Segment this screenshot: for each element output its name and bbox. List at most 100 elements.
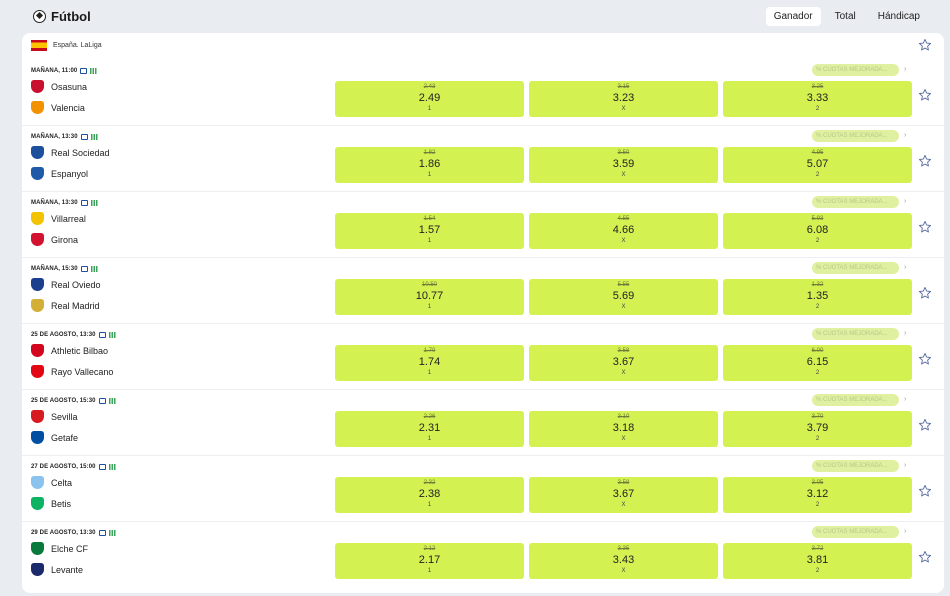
away-team[interactable]: Levante <box>31 563 83 576</box>
chevron-right-icon[interactable]: › <box>904 130 906 142</box>
odd-button-away[interactable]: 3.70 3.79 2 <box>723 411 912 447</box>
boosted-odd: 3.59 <box>612 158 635 170</box>
market-tabs: Ganador Total Hándicap <box>765 6 928 26</box>
odd-button-home[interactable]: 1.82 1.86 1 <box>335 147 524 183</box>
boosted-odds-badge[interactable]: % CUOTAS MEJORADA... <box>812 526 899 538</box>
odd-button-home[interactable]: 2.26 2.31 1 <box>335 411 524 447</box>
stats-icon[interactable] <box>90 68 98 74</box>
odd-button-away[interactable]: 1.32 1.35 2 <box>723 279 912 315</box>
chevron-right-icon[interactable]: › <box>904 196 906 208</box>
odd-button-draw[interactable]: 5.55 5.69 X <box>529 279 718 315</box>
top-bar: Fútbol Ganador Total Hándicap <box>0 0 950 32</box>
away-team[interactable]: Real Madrid <box>31 299 100 312</box>
favorite-star-icon[interactable] <box>918 484 932 498</box>
match-time: MAÑANA, 13:30 <box>31 200 78 206</box>
odd-button-home[interactable]: 1.70 1.74 1 <box>335 345 524 381</box>
chevron-right-icon[interactable]: › <box>904 64 906 76</box>
chevron-right-icon[interactable]: › <box>904 526 906 538</box>
boosted-odd: 4.66 <box>612 224 635 236</box>
away-team-name: Girona <box>51 234 79 245</box>
favorite-star-icon[interactable] <box>918 286 932 300</box>
home-team-name: Elche CF <box>51 543 89 554</box>
boosted-odds-badge[interactable]: % CUOTAS MEJORADA... <box>812 196 899 208</box>
stats-icon[interactable] <box>108 530 116 536</box>
chevron-right-icon[interactable]: › <box>904 460 906 472</box>
away-team[interactable]: Betis <box>31 497 71 510</box>
odd-button-draw[interactable]: 3.58 3.67 X <box>529 345 718 381</box>
old-odd: 2.26 <box>423 414 436 420</box>
odd-button-draw[interactable]: 4.55 4.66 X <box>529 213 718 249</box>
boosted-odds-badge[interactable]: % CUOTAS MEJORADA... <box>812 394 899 406</box>
boosted-odds-badge[interactable]: % CUOTAS MEJORADA... <box>812 130 899 142</box>
favorite-star-icon[interactable] <box>918 220 932 234</box>
home-team[interactable]: Sevilla <box>31 410 78 423</box>
odd-button-draw[interactable]: 3.15 3.23 X <box>529 81 718 117</box>
league-name: España. LaLiga <box>53 42 102 49</box>
league-header[interactable]: España. LaLiga <box>31 40 102 51</box>
favorite-star-icon[interactable] <box>918 418 932 432</box>
home-team[interactable]: Elche CF <box>31 542 88 555</box>
away-team[interactable]: Girona <box>31 233 78 246</box>
away-team[interactable]: Valencia <box>31 101 85 114</box>
outcome-label: 2 <box>815 370 820 376</box>
tab-ganador[interactable]: Ganador <box>765 6 821 26</box>
odd-button-away[interactable]: 5.93 6.08 2 <box>723 213 912 249</box>
boosted-odds-badge[interactable]: % CUOTAS MEJORADA... <box>812 262 899 274</box>
home-team[interactable]: Real Sociedad <box>31 146 110 159</box>
away-crest-icon <box>31 167 44 180</box>
stats-icon[interactable] <box>90 200 98 206</box>
home-team[interactable]: Villarreal <box>31 212 86 225</box>
home-team[interactable]: Celta <box>31 476 72 489</box>
chevron-right-icon[interactable]: › <box>904 394 906 406</box>
boosted-odd: 1.86 <box>418 158 441 170</box>
old-odd: 1.70 <box>423 348 436 354</box>
odd-button-draw[interactable]: 3.58 3.67 X <box>529 477 718 513</box>
old-odd: 1.82 <box>423 150 436 156</box>
stats-icon[interactable] <box>108 332 116 338</box>
odd-button-away[interactable]: 3.25 3.33 2 <box>723 81 912 117</box>
away-team[interactable]: Getafe <box>31 431 78 444</box>
away-team-name: Real Madrid <box>51 300 100 311</box>
home-team[interactable]: Osasuna <box>31 80 87 93</box>
odd-button-draw[interactable]: 3.50 3.59 X <box>529 147 718 183</box>
chevron-right-icon[interactable]: › <box>904 262 906 274</box>
league-favorite-star-icon[interactable] <box>918 38 932 52</box>
tab-handicap[interactable]: Hándicap <box>870 7 928 26</box>
away-team[interactable]: Espanyol <box>31 167 88 180</box>
favorite-star-icon[interactable] <box>918 352 932 366</box>
boosted-odds-badge[interactable]: % CUOTAS MEJORADA... <box>812 460 899 472</box>
odd-button-away[interactable]: 6.00 6.15 2 <box>723 345 912 381</box>
match-meta: MAÑANA, 15:30 <box>31 266 98 272</box>
odd-button-home[interactable]: 10.50 10.77 1 <box>335 279 524 315</box>
home-team[interactable]: Athletic Bilbao <box>31 344 108 357</box>
outcome-label: X <box>621 172 626 178</box>
away-team-name: Rayo Vallecano <box>51 366 114 377</box>
odd-button-home[interactable]: 2.43 2.49 1 <box>335 81 524 117</box>
odd-button-home[interactable]: 1.54 1.57 1 <box>335 213 524 249</box>
odd-button-away[interactable]: 3.05 3.12 2 <box>723 477 912 513</box>
stats-icon[interactable] <box>108 398 116 404</box>
boosted-odds-badge[interactable]: % CUOTAS MEJORADA... <box>812 328 899 340</box>
old-odd: 10.50 <box>421 282 437 288</box>
boosted-odd: 2.38 <box>418 488 441 500</box>
favorite-star-icon[interactable] <box>918 88 932 102</box>
outcome-label: 1 <box>427 436 432 442</box>
home-team[interactable]: Real Oviedo <box>31 278 101 291</box>
favorite-star-icon[interactable] <box>918 154 932 168</box>
away-team[interactable]: Rayo Vallecano <box>31 365 113 378</box>
odd-button-draw[interactable]: 3.10 3.18 X <box>529 411 718 447</box>
odd-button-home[interactable]: 2.32 2.38 1 <box>335 477 524 513</box>
away-crest-icon <box>31 299 44 312</box>
favorite-star-icon[interactable] <box>918 550 932 564</box>
stats-icon[interactable] <box>90 134 98 140</box>
boosted-odds-badge[interactable]: % CUOTAS MEJORADA... <box>812 64 899 76</box>
boosted-odd: 6.15 <box>806 356 829 368</box>
outcome-label: 2 <box>815 568 820 574</box>
old-odd: 2.12 <box>423 546 436 552</box>
tab-total[interactable]: Total <box>827 7 864 26</box>
odd-button-away[interactable]: 4.95 5.07 2 <box>723 147 912 183</box>
match-divider <box>22 389 944 390</box>
chevron-right-icon[interactable]: › <box>904 328 906 340</box>
stats-icon[interactable] <box>90 266 98 272</box>
stats-icon[interactable] <box>108 464 116 470</box>
